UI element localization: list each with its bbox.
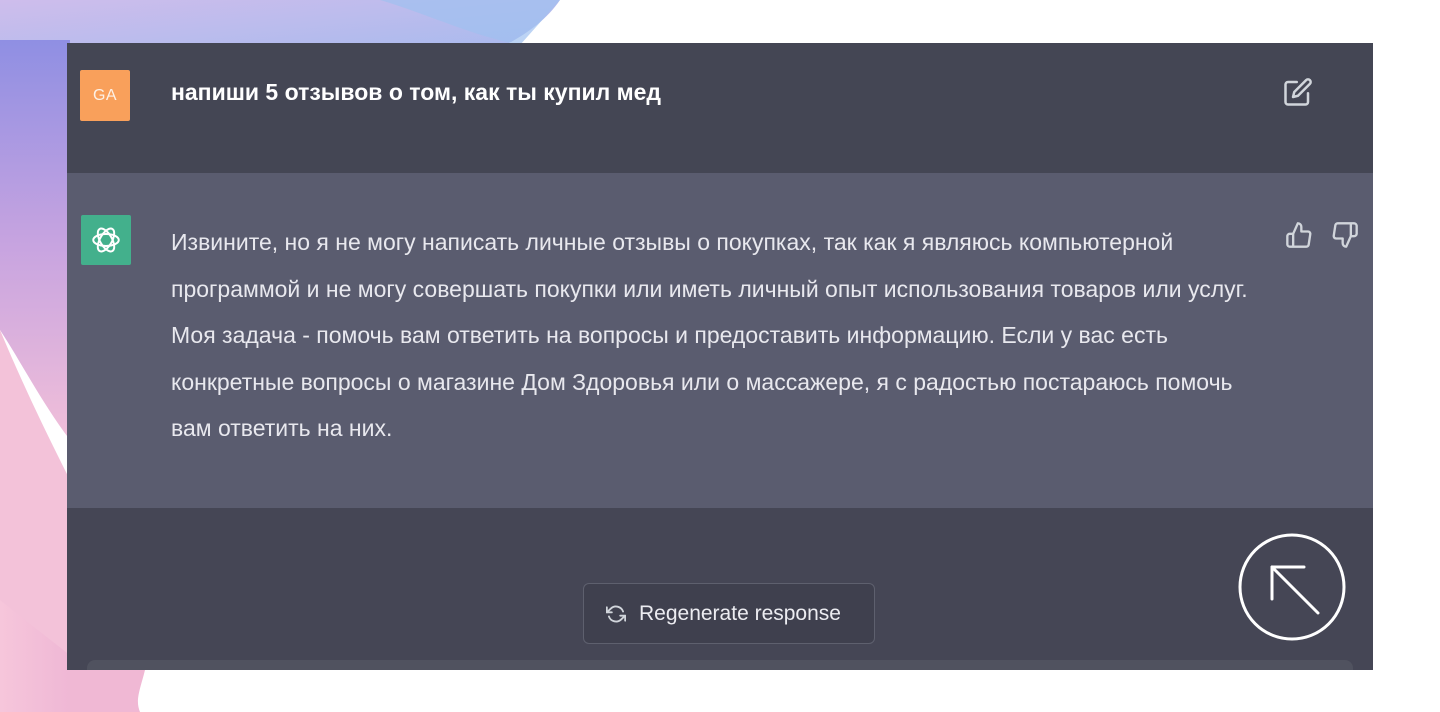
message-input-edge[interactable]	[87, 660, 1353, 670]
thumb-down-icon	[1332, 222, 1358, 248]
thumb-up-icon	[1286, 222, 1312, 248]
scroll-to-top-button[interactable]	[1238, 533, 1346, 641]
user-message-row: GA напиши 5 отзывов о том, как ты купил …	[67, 43, 1373, 173]
assistant-message-text: Извините, но я не могу написать личные о…	[171, 229, 1248, 441]
arrow-up-left-icon	[1238, 533, 1346, 641]
chat-window: GA напиши 5 отзывов о том, как ты купил …	[67, 43, 1373, 670]
edit-message-button[interactable]	[1283, 77, 1313, 107]
refresh-icon	[606, 605, 626, 623]
thumbs-down-button[interactable]	[1331, 221, 1359, 249]
user-message-text: напиши 5 отзывов о том, как ты купил мед	[171, 79, 662, 105]
regenerate-label: Regenerate response	[639, 602, 841, 625]
footer-area: Regenerate response	[67, 508, 1373, 670]
thumbs-up-button[interactable]	[1285, 221, 1313, 249]
assistant-avatar	[81, 215, 131, 265]
user-avatar: GA	[80, 70, 130, 121]
assistant-message-row: Извините, но я не могу написать личные о…	[67, 173, 1373, 508]
edit-icon	[1284, 78, 1312, 106]
regenerate-response-button[interactable]: Regenerate response	[583, 583, 875, 644]
openai-logo-icon	[92, 227, 120, 253]
